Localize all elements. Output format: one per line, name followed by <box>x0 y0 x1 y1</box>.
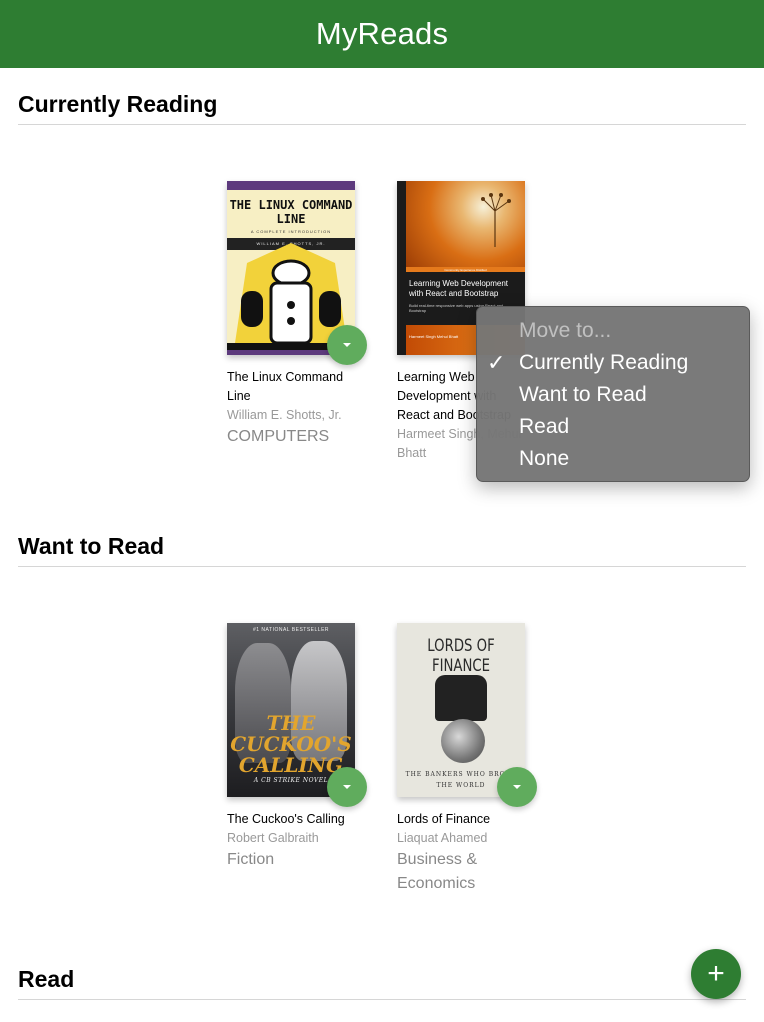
caret-down-icon <box>343 343 351 347</box>
book-linux-command-line: THE LINUX COMMAND LINE A COMPLETE INTROD… <box>227 181 367 449</box>
plus-icon: + <box>707 957 725 990</box>
cover-subtitle: A COMPLETE INTRODUCTION <box>250 229 332 234</box>
book-cover[interactable]: LORDS OF FINANCE THE BANKERS WHO BROKE T… <box>397 623 537 807</box>
menu-option-label: Currently Reading <box>519 351 689 374</box>
cover-title: Learning Web Development with React and … <box>409 279 509 298</box>
book-cover[interactable]: #1 NATIONAL BESTSELLER THE CUCKOO'S CALL… <box>227 623 367 807</box>
shelf-divider <box>18 999 746 1000</box>
book-title: Lords of Finance <box>397 812 491 826</box>
cover-tagline: #1 NATIONAL BESTSELLER <box>252 627 330 633</box>
book-title: The Cuckoo's Calling <box>227 812 345 826</box>
shelf-divider <box>18 124 746 125</box>
book-category: Business & Economics <box>397 851 478 892</box>
shelf-divider <box>18 566 746 567</box>
check-icon: ✓ <box>487 350 506 375</box>
add-book-button[interactable]: + <box>691 949 741 999</box>
book-title: The Linux Command Line <box>227 370 344 403</box>
menu-option-label: Want to Read <box>519 383 647 406</box>
shelf-changer-button[interactable] <box>327 325 367 365</box>
shelf-title-read: Read <box>18 966 75 992</box>
book-authors: Robert Galbraith <box>227 831 319 845</box>
menu-option-read[interactable]: Read <box>477 411 749 443</box>
shelf-changer-button[interactable] <box>497 767 537 807</box>
menu-option-label: Read <box>519 415 570 438</box>
book-authors: Liaquat Ahamed <box>397 831 488 845</box>
cover-title: THE CUCKOO'S CALLING <box>230 711 352 777</box>
caret-down-icon <box>513 785 521 789</box>
cover-title: THE LINUX COMMAND LINE <box>229 198 353 226</box>
app-title: MyReads <box>315 16 449 51</box>
shelf-title-want-to-read: Want to Read <box>18 533 165 559</box>
cover-publisher: Community Experience Distilled <box>444 268 487 272</box>
menu-option-none[interactable]: None <box>477 443 749 475</box>
book-lords-of-finance: LORDS OF FINANCE THE BANKERS WHO BROKE T… <box>397 623 537 896</box>
menu-option-label: None <box>519 447 570 470</box>
menu-option-want-to-read[interactable]: Want to Read <box>477 379 749 411</box>
menu-header-move-to: Move to... <box>519 319 612 342</box>
book-authors: William E. Shotts, Jr. <box>227 408 342 422</box>
book-cuckoos-calling: #1 NATIONAL BESTSELLER THE CUCKOO'S CALL… <box>227 623 367 872</box>
menu-option-currently-reading[interactable]: ✓ Currently Reading <box>477 347 749 379</box>
move-to-menu[interactable]: Move to... ✓ Currently Reading Want to R… <box>476 306 750 482</box>
flower-illustration <box>481 193 511 247</box>
shelf-changer-button[interactable] <box>327 767 367 807</box>
app-header: MyReads <box>0 0 764 68</box>
shelf-title-currently-reading: Currently Reading <box>18 91 218 117</box>
book-cover[interactable]: THE LINUX COMMAND LINE A COMPLETE INTROD… <box>227 181 367 365</box>
book-category: COMPUTERS <box>227 428 330 445</box>
book-category: Fiction <box>227 851 275 868</box>
caret-down-icon <box>343 785 351 789</box>
cover-author: Harmeet Singh Mehul Bhatt <box>409 334 459 339</box>
cover-title: LORDS OF FINANCE <box>427 636 495 676</box>
